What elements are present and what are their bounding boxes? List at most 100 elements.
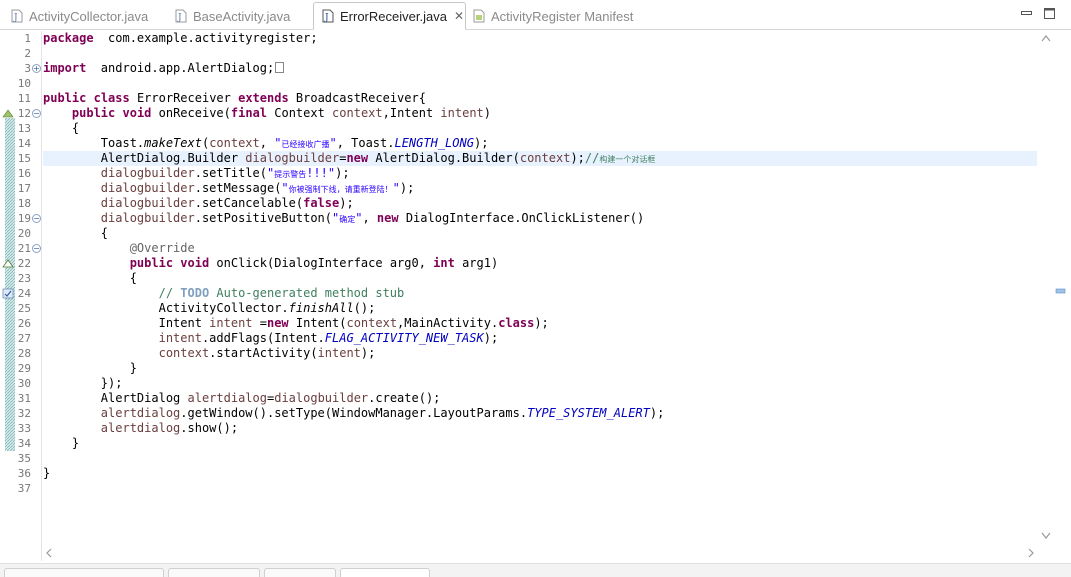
code-line[interactable] [43, 76, 1037, 91]
vertical-scrollbar[interactable] [1038, 31, 1054, 543]
code-line[interactable]: alertdialog.show(); [43, 421, 1037, 436]
code-token: alertdialog [100, 406, 181, 420]
code-line[interactable]: } [43, 361, 1037, 376]
code-line[interactable]: dialogbuilder.setCancelable(false); [43, 196, 1037, 211]
bottom-panel-tab[interactable] [168, 568, 260, 577]
code-token: dialogbuilder [100, 196, 195, 210]
maximize-icon[interactable] [1044, 8, 1055, 19]
code-token: context [209, 136, 260, 150]
code-token: false [303, 196, 340, 210]
code-line[interactable]: context.startActivity(intent); [43, 346, 1037, 361]
svg-text:J: J [324, 13, 329, 23]
code-line[interactable]: Toast.makeText(context, "已经接收广播", Toast.… [43, 136, 1037, 151]
code-line[interactable]: AlertDialog alertdialog=dialogbuilder.cr… [43, 391, 1037, 406]
horizontal-scrollbar[interactable] [43, 545, 1037, 560]
line-number: 22 [17, 257, 31, 270]
code-token: com.example.activityregister; [93, 31, 318, 45]
code-line[interactable] [43, 46, 1037, 61]
code-line[interactable]: AlertDialog.Builder dialogbuilder=new Al… [43, 151, 1037, 166]
code-line[interactable]: import android.app.AlertDialog; [43, 61, 1037, 76]
code-line[interactable]: }); [43, 376, 1037, 391]
code-token: import [43, 61, 87, 75]
code-token: { [43, 121, 80, 135]
code-token: arg1) [454, 256, 499, 270]
code-token: android.app.AlertDialog; [86, 61, 275, 75]
code-line[interactable]: // TODO Auto-generated method stub [43, 286, 1037, 301]
code-token: ActivityCollector. [43, 301, 289, 315]
code-line[interactable]: public class ErrorReceiver extends Broad… [43, 91, 1037, 106]
bottom-panel-tab[interactable] [264, 568, 336, 577]
code-token: new [376, 211, 399, 225]
bottom-panel-tab[interactable] [340, 568, 430, 577]
code-token: 提示警告 [274, 170, 307, 179]
code-line[interactable]: ActivityCollector.finishAll(); [43, 301, 1037, 316]
code-token: extends [238, 91, 289, 105]
tab-label: BaseActivity.java [193, 8, 291, 24]
java-file-icon: J [175, 9, 187, 23]
collapse-fold-icon[interactable]: − [32, 244, 41, 253]
code-token: !!!" [306, 166, 336, 180]
code-line[interactable]: public void onReceive(final Context cont… [43, 106, 1037, 121]
code-token: void [180, 256, 210, 270]
tab-errorreceiver[interactable]: J ErrorReceiver.java ✕ [313, 2, 466, 30]
change-marker-bar [5, 118, 15, 451]
code-token: class [498, 316, 535, 330]
code-token: .addFlags(Intent. [201, 331, 325, 345]
scroll-up-icon [1041, 35, 1051, 42]
bottom-panel-tab[interactable] [4, 568, 164, 577]
code-token: " [392, 181, 400, 195]
code-token: ) [483, 106, 492, 120]
folded-imports-icon[interactable] [275, 62, 285, 73]
code-token: package [43, 31, 94, 45]
line-number: 15 [17, 152, 31, 165]
code-token: alertdialog [187, 391, 267, 405]
tab-baseactivity[interactable]: J BaseActivity.java [167, 3, 290, 29]
code-line[interactable]: { [43, 121, 1037, 136]
code-line[interactable]: public void onClick(DialogInterface arg0… [43, 256, 1037, 271]
code-token: ); [473, 136, 489, 150]
override-arrow-icon[interactable] [2, 109, 14, 118]
code-editor[interactable]: 1 2 3 +10 11 12−13 14 15 16 17 18 19−20 21−22 23 24 25 2… [0, 31, 1071, 561]
code-line[interactable]: { [43, 271, 1037, 286]
code-token: ); [399, 181, 415, 195]
code-line[interactable]: dialogbuilder.setTitle("提示警告!!!"); [43, 166, 1037, 181]
tab-activitycollector[interactable]: J ActivityCollector.java [3, 3, 148, 29]
close-tab-icon[interactable]: ✕ [454, 9, 464, 23]
code-line[interactable]: @Override [43, 241, 1037, 256]
code-line[interactable] [43, 451, 1037, 466]
code-line[interactable]: Intent intent =new Intent(context,MainAc… [43, 316, 1037, 331]
overview-ruler[interactable] [1055, 31, 1067, 543]
collapse-fold-icon[interactable]: − [32, 214, 41, 223]
code-token: .setTitle( [194, 166, 267, 180]
code-line[interactable]: dialogbuilder.setMessage("你被强制下线，请重新登陆！"… [43, 181, 1037, 196]
code-line[interactable]: intent.addFlags(Intent.FLAG_ACTIVITY_NEW… [43, 331, 1037, 346]
expand-fold-icon[interactable]: + [32, 64, 41, 73]
code-line[interactable]: } [43, 436, 1037, 451]
code-line[interactable]: package com.example.activityregister; [43, 31, 1037, 46]
task-marker-icon[interactable] [2, 288, 14, 299]
code-token: { [43, 226, 109, 240]
minimize-icon[interactable] [1021, 8, 1032, 19]
collapse-fold-icon[interactable]: − [32, 109, 41, 118]
code-line[interactable]: dialogbuilder.setPositiveButton("确定", ne… [43, 211, 1037, 226]
code-token: Context [267, 106, 333, 120]
code-token: context [332, 106, 383, 120]
line-number: 25 [17, 302, 31, 315]
line-number: 28 [17, 347, 31, 360]
code-token: .show(); [180, 421, 239, 435]
line-number: 30 [17, 377, 31, 390]
tab-manifest[interactable]: ActivityRegister Manifest [465, 3, 633, 29]
code-area[interactable]: package com.example.activityregister; imp… [43, 31, 1037, 561]
code-token: dialogbuilder [274, 391, 369, 405]
code-line[interactable]: alertdialog.getWindow().setType(WindowMa… [43, 406, 1037, 421]
code-token: 已经接收广播 [281, 140, 330, 149]
code-line[interactable]: { [43, 226, 1037, 241]
line-number: 26 [17, 317, 31, 330]
code-line[interactable] [43, 481, 1037, 496]
code-token: ,Intent [382, 106, 441, 120]
code-line[interactable]: } [43, 466, 1037, 481]
